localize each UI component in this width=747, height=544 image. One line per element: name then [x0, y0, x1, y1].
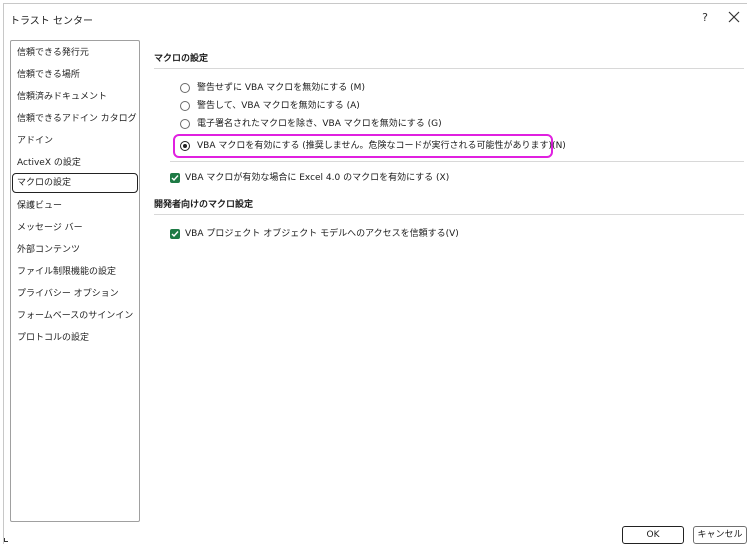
sidebar-item-protected-view[interactable]: 保護ビュー — [12, 196, 138, 216]
ok-button[interactable]: OK — [622, 526, 684, 544]
sidebar-item-trusted-documents[interactable]: 信頼済みドキュメント — [12, 87, 138, 107]
sidebar-item-trusted-publishers[interactable]: 信頼できる発行元 — [12, 43, 138, 63]
checkbox-label: VBA プロジェクト オブジェクト モデルへのアクセスを信頼する(V) — [185, 229, 459, 239]
sidebar-item-message-bar[interactable]: メッセージ バー — [12, 218, 138, 238]
help-button[interactable]: ? — [698, 9, 712, 27]
sidebar-item-form-based-signin[interactable]: フォームベースのサインイン — [12, 306, 138, 326]
sidebar-item-macro-settings[interactable]: マクロの設定 — [12, 173, 138, 193]
section-divider — [154, 214, 744, 215]
resize-grip — [4, 538, 8, 542]
close-icon[interactable] — [727, 10, 741, 26]
checkbox-label: VBA マクロが有効な場合に Excel 4.0 のマクロを有効にする (X) — [185, 173, 450, 183]
sidebar-item-activex-settings[interactable]: ActiveX の設定 — [12, 153, 138, 173]
sidebar-item-privacy-options[interactable]: プライバシー オプション — [12, 284, 138, 304]
checkbox-checked[interactable] — [170, 173, 180, 183]
settings-panel: マクロの設定 警告せずに VBA マクロを無効にする (M) 警告して、VBA … — [148, 40, 744, 522]
sidebar: 信頼できる発行元 信頼できる場所 信頼済みドキュメント 信頼できるアドイン カタ… — [10, 40, 140, 522]
sidebar-item-protocol-settings[interactable]: プロトコルの設定 — [12, 328, 138, 348]
sidebar-item-external-content[interactable]: 外部コンテンツ — [12, 240, 138, 260]
trust-center-dialog: トラスト センター ? 信頼できる発行元 信頼できる場所 信頼済みドキュメント … — [3, 3, 747, 544]
section-divider — [154, 68, 744, 69]
radio-button-selected[interactable] — [180, 141, 190, 151]
radio-label: 警告せずに VBA マクロを無効にする (M) — [197, 83, 365, 93]
title-bar: トラスト センター ? — [4, 4, 747, 32]
radio-label: 警告して、VBA マクロを無効にする (A) — [197, 101, 360, 111]
checkbox-checked[interactable] — [170, 229, 180, 239]
window-title: トラスト センター — [10, 16, 93, 27]
radio-button[interactable] — [180, 119, 190, 129]
section-divider — [170, 161, 744, 162]
developer-settings-heading: 開発者向けのマクロ設定 — [154, 200, 254, 210]
sidebar-item-file-block-settings[interactable]: ファイル制限機能の設定 — [12, 262, 138, 282]
macro-settings-heading: マクロの設定 — [154, 54, 209, 64]
sidebar-item-addins[interactable]: アドイン — [12, 131, 138, 151]
radio-button[interactable] — [180, 101, 190, 111]
sidebar-item-trusted-locations[interactable]: 信頼できる場所 — [12, 65, 138, 85]
radio-label: VBA マクロを有効にする (推奨しません。危険なコードが実行される可能性があり… — [197, 141, 566, 151]
radio-label: 電子署名されたマクロを除き、VBA マクロを無効にする (G) — [197, 119, 442, 129]
sidebar-item-trusted-addin-catalogs[interactable]: 信頼できるアドイン カタログ — [12, 109, 138, 129]
radio-button[interactable] — [180, 83, 190, 93]
cancel-button[interactable]: キャンセル — [693, 526, 747, 544]
